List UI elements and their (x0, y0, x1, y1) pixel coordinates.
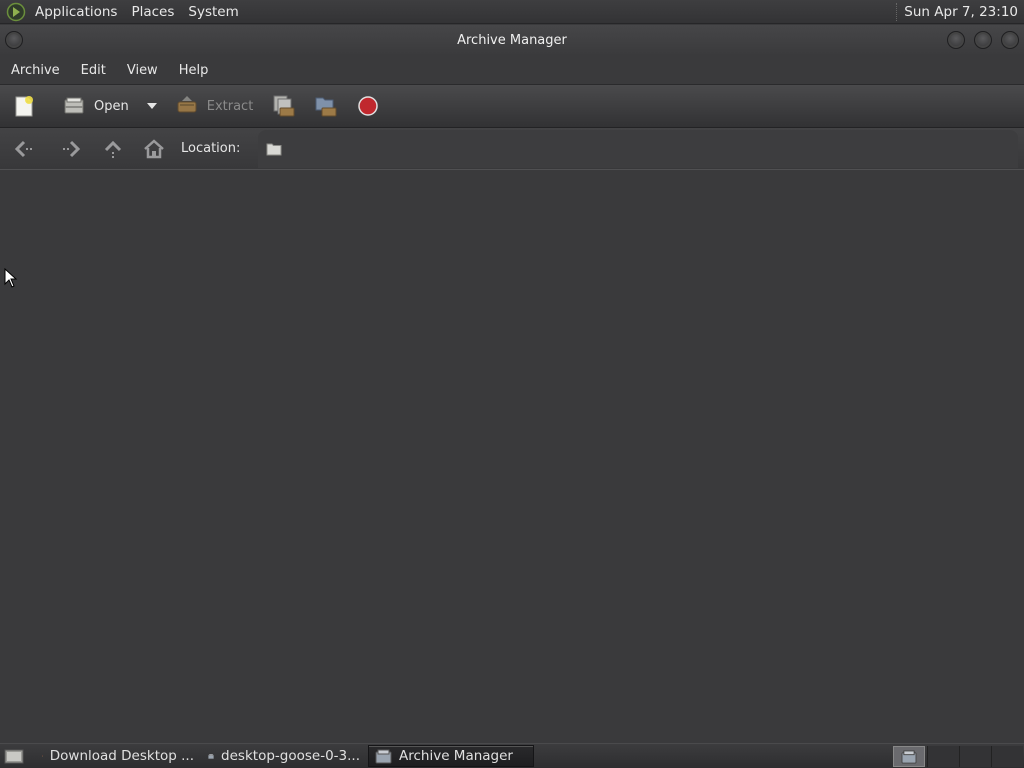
stop-button[interactable] (353, 88, 383, 124)
minimize-button[interactable] (947, 31, 965, 49)
up-button[interactable] (98, 134, 128, 164)
chrome-icon (42, 755, 43, 757)
window-menu-button[interactable] (5, 31, 23, 49)
home-icon (144, 138, 164, 158)
back-button[interactable] (8, 134, 38, 164)
extract-button[interactable]: Extract (171, 88, 258, 124)
open-label: Open (94, 98, 129, 114)
extract-label: Extract (206, 98, 254, 114)
archive-content-area[interactable] (0, 171, 1024, 743)
open-dropdown-arrow[interactable] (146, 103, 157, 109)
taskbar-item-archive-manager[interactable]: Archive Manager (368, 745, 534, 767)
add-files-icon (273, 95, 295, 117)
top-panel: Applications Places System Sun Apr 7, 23… (0, 0, 1024, 24)
system-menu[interactable]: System (181, 0, 245, 24)
show-desktop-icon (4, 749, 24, 764)
menu-edit[interactable]: Edit (70, 63, 116, 78)
open-button[interactable]: Open (58, 88, 133, 124)
taskbar-item-label: desktop-goose-0-3... (221, 748, 360, 764)
taskbar: Download Desktop ... desktop-goose-0-3..… (0, 743, 1024, 768)
places-menu[interactable]: Places (124, 0, 181, 24)
location-field[interactable] (258, 129, 1018, 168)
distro-logo-icon[interactable] (6, 2, 26, 22)
open-archive-icon (64, 97, 84, 114)
close-button[interactable] (1001, 31, 1019, 49)
show-desktop-button[interactable] (0, 745, 28, 767)
workspace-4[interactable] (991, 746, 1023, 767)
stop-icon (358, 96, 379, 116)
workspace-1[interactable] (893, 746, 925, 767)
menubar: Archive Edit View Help (0, 56, 1024, 84)
location-bar: Location: (0, 128, 1024, 170)
toolbar: Open Extract (0, 84, 1024, 128)
archive-icon (375, 749, 392, 763)
mouse-pointer-icon (4, 268, 18, 288)
maximize-button[interactable] (974, 31, 992, 49)
clock[interactable]: Sun Apr 7, 23:10 (904, 4, 1024, 20)
panel-separator (896, 2, 898, 21)
archive-icon (901, 749, 917, 764)
menu-archive[interactable]: Archive (0, 63, 70, 78)
location-label: Location: (181, 141, 241, 156)
archive-icon (208, 753, 214, 759)
folder-icon (266, 143, 282, 155)
window-titlebar[interactable]: Archive Manager (0, 25, 1024, 56)
workspace-2[interactable] (927, 746, 959, 767)
up-arrow-icon (104, 140, 122, 158)
taskbar-item-desktop-goose[interactable]: desktop-goose-0-3... (202, 745, 366, 767)
forward-arrow-icon (63, 140, 81, 157)
workspace-3[interactable] (959, 746, 991, 767)
add-folder-button[interactable] (309, 88, 343, 124)
back-arrow-icon (14, 140, 32, 157)
taskbar-item-download[interactable]: Download Desktop ... (36, 745, 200, 767)
add-folder-icon (315, 97, 337, 117)
taskbar-item-label: Archive Manager (399, 748, 513, 764)
window-title: Archive Manager (457, 33, 567, 48)
forward-button[interactable] (57, 134, 87, 164)
new-archive-button[interactable] (8, 88, 40, 124)
applications-menu[interactable]: Applications (28, 0, 124, 24)
extract-icon (177, 96, 197, 113)
menu-view[interactable]: View (116, 63, 168, 78)
taskbar-item-label: Download Desktop ... (49, 748, 194, 764)
menu-help[interactable]: Help (168, 63, 219, 78)
add-files-button[interactable] (267, 88, 301, 124)
new-archive-icon (15, 96, 33, 117)
home-button[interactable] (139, 134, 169, 164)
